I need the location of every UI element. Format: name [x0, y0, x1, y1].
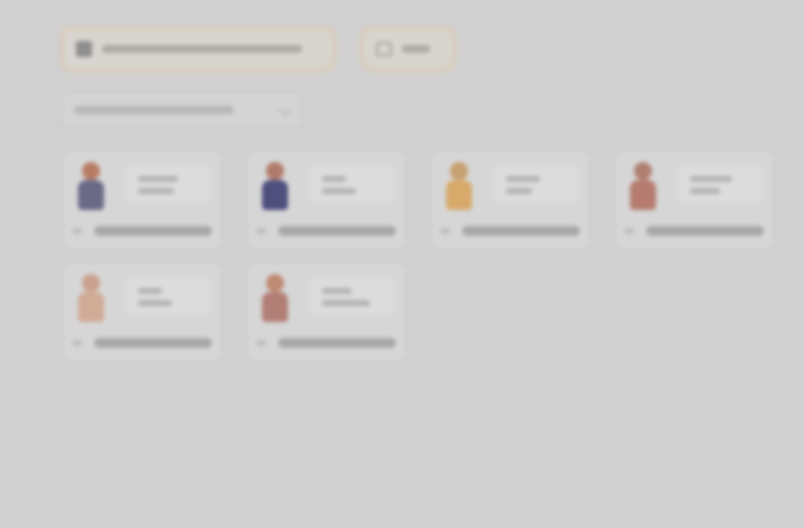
- add-button[interactable]: [62, 28, 334, 70]
- card-name: [138, 176, 178, 182]
- avatar-head: [82, 162, 100, 180]
- card-detail: [138, 300, 172, 306]
- avatar-body: [78, 292, 104, 322]
- card-name-box: [678, 164, 762, 204]
- card-footer-bar: [462, 226, 580, 236]
- card-footer-dot: [624, 228, 634, 234]
- card-footer-dot: [256, 340, 266, 346]
- card-name: [690, 176, 732, 182]
- card-name-box: [126, 164, 210, 204]
- avatar-body: [262, 180, 288, 210]
- avatar: [76, 162, 106, 212]
- card-footer-dot: [256, 228, 266, 234]
- card-detail: [138, 188, 174, 194]
- card-footer-bar: [278, 338, 396, 348]
- character-card[interactable]: [430, 150, 590, 250]
- sort-select[interactable]: [62, 92, 302, 128]
- card-name-box: [494, 164, 578, 204]
- character-card[interactable]: [246, 150, 406, 250]
- page: [0, 0, 804, 528]
- add-button-label: [102, 45, 302, 53]
- avatar-head: [450, 162, 468, 180]
- avatar: [628, 162, 658, 212]
- card-footer: [256, 224, 396, 238]
- avatar: [260, 274, 290, 324]
- card-footer: [256, 336, 396, 350]
- avatar: [260, 162, 290, 212]
- card-footer-dot: [440, 228, 450, 234]
- avatar-head: [266, 162, 284, 180]
- card-name: [322, 176, 346, 182]
- card-footer-bar: [278, 226, 396, 236]
- card-detail: [322, 188, 356, 194]
- avatar-body: [446, 180, 472, 210]
- card-name: [322, 288, 352, 294]
- card-detail: [690, 188, 720, 194]
- chevron-down-icon: [277, 102, 293, 118]
- sort-select-value: [74, 106, 234, 114]
- card-name: [506, 176, 540, 182]
- character-card[interactable]: [62, 262, 222, 362]
- avatar: [76, 274, 106, 324]
- avatar-head: [634, 162, 652, 180]
- filter-button-label: [402, 45, 430, 53]
- card-footer-dot: [72, 228, 82, 234]
- character-card[interactable]: [614, 150, 774, 250]
- card-footer: [440, 224, 580, 238]
- card-detail: [322, 300, 370, 306]
- card-detail: [506, 188, 532, 194]
- character-card[interactable]: [246, 262, 406, 362]
- avatar: [444, 162, 474, 212]
- card-name-box: [310, 164, 394, 204]
- avatar-body: [262, 292, 288, 322]
- card-name-box: [310, 276, 394, 316]
- avatar-body: [78, 180, 104, 210]
- card-footer-bar: [94, 226, 212, 236]
- card-name-box: [126, 276, 210, 316]
- avatar-body: [630, 180, 656, 210]
- avatar-head: [82, 274, 100, 292]
- card-footer: [72, 336, 212, 350]
- card-footer: [624, 224, 764, 238]
- avatar-head: [266, 274, 284, 292]
- card-footer-bar: [646, 226, 764, 236]
- filter-button[interactable]: [362, 28, 454, 70]
- filter-icon: [376, 42, 392, 56]
- character-card[interactable]: [62, 150, 222, 250]
- card-footer: [72, 224, 212, 238]
- add-icon: [76, 41, 92, 57]
- card-footer-dot: [72, 340, 82, 346]
- card-footer-bar: [94, 338, 212, 348]
- card-name: [138, 288, 162, 294]
